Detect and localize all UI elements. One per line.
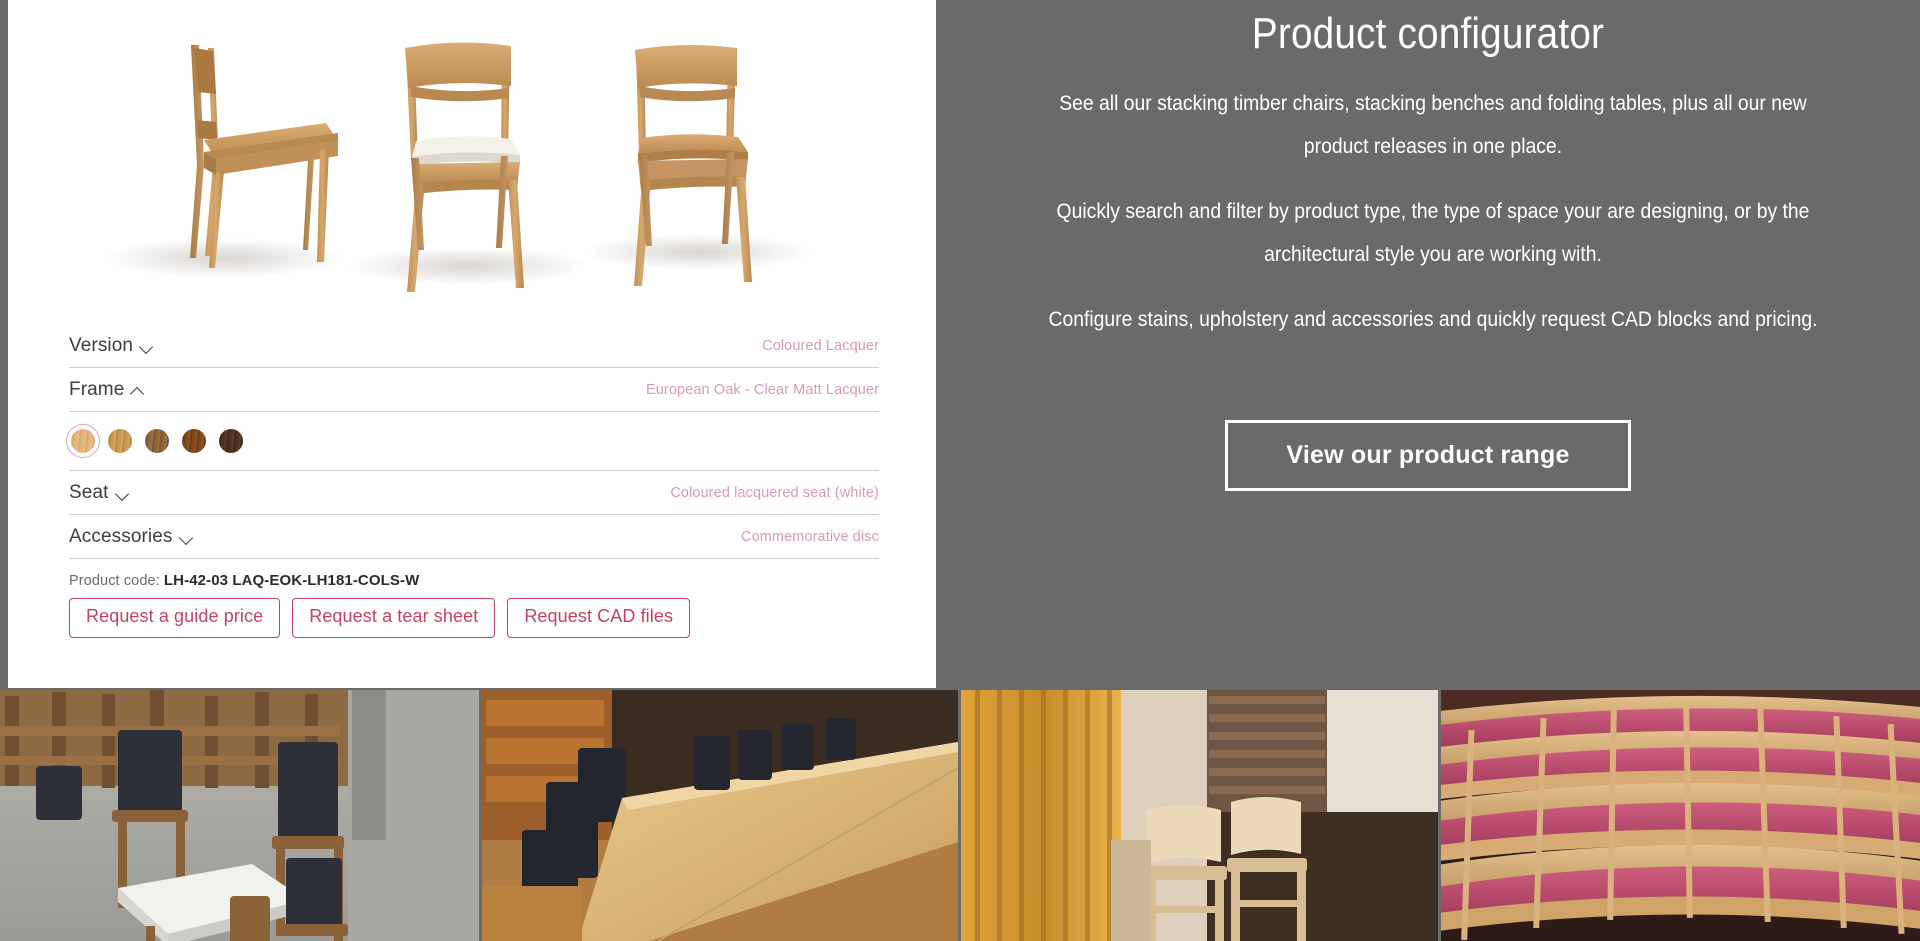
configurator-options: Version Coloured Lacquer Frame European … [66, 324, 879, 559]
chairs-illustration [8, 0, 936, 318]
option-label-seat: Seat [69, 481, 109, 503]
hero-paragraph-2: Quickly search and filter by product typ… [1056, 199, 1810, 266]
option-label-accessories: Accessories [69, 525, 173, 547]
frame-swatch-3[interactable] [182, 429, 206, 453]
option-accessories-header[interactable]: Accessories [69, 526, 193, 548]
option-row-frame[interactable]: Frame European Oak - Clear Matt Lacquer [69, 368, 879, 412]
gallery-scene-4 [1441, 690, 1920, 941]
option-version-header[interactable]: Version [69, 335, 153, 357]
page-title: Product configurator [1251, 9, 1605, 58]
option-seat-header[interactable]: Seat [69, 482, 129, 504]
option-row-accessories[interactable]: Accessories Commemorative disc [69, 515, 879, 559]
frame-swatch-1[interactable] [108, 429, 132, 453]
hero-paragraph-1: See all our stacking timber chairs, stac… [1059, 91, 1807, 158]
product-configurator-card: Version Coloured Lacquer Frame European … [8, 0, 936, 688]
left-grey-rail [0, 0, 8, 690]
request-cad-files-button[interactable]: Request CAD files [507, 598, 691, 638]
option-frame-header[interactable]: Frame [69, 379, 144, 401]
product-photo [8, 0, 936, 318]
option-label-frame: Frame [69, 378, 125, 400]
gallery-scene-2 [482, 690, 958, 941]
gallery-image-2[interactable] [482, 690, 958, 941]
chevron-up-icon[interactable] [131, 384, 144, 397]
option-label-version: Version [69, 334, 134, 356]
chevron-down-icon[interactable] [116, 487, 129, 500]
frame-swatch-0[interactable] [66, 424, 100, 458]
hero-panel: Product configurator See all our stackin… [936, 0, 1920, 690]
gallery-strip [0, 690, 1920, 941]
chevron-down-icon[interactable] [140, 340, 153, 353]
option-value-accessories: Commemorative disc [741, 528, 879, 545]
product-code-label: Product code: [69, 573, 160, 589]
gallery-scene-1 [0, 690, 479, 941]
option-value-frame: European Oak - Clear Matt Lacquer [646, 381, 879, 398]
view-product-range-button[interactable]: View our product range [1225, 420, 1631, 491]
hero-paragraph-3: Configure stains, upholstery and accesso… [1048, 307, 1818, 331]
frame-swatch-2[interactable] [145, 429, 169, 453]
frame-swatch-4[interactable] [219, 429, 243, 453]
hero-cta-wrap: View our product range [936, 420, 1920, 491]
gallery-image-4[interactable] [1441, 690, 1920, 941]
frame-swatch-list [66, 412, 879, 471]
gallery-image-3[interactable] [961, 690, 1438, 941]
chevron-down-icon[interactable] [180, 531, 193, 544]
product-code: Product code: LH-42-03 LAQ-EOK-LH181-COL… [69, 572, 419, 589]
option-value-seat: Coloured lacquered seat (white) [670, 484, 879, 501]
request-button-group: Request a guide price Request a tear she… [69, 598, 691, 638]
gallery-image-1[interactable] [0, 690, 479, 941]
request-tear-sheet-button[interactable]: Request a tear sheet [292, 598, 496, 638]
hero-copy: See all our stacking timber chairs, stac… [984, 82, 1882, 363]
option-value-version: Coloured Lacquer [762, 337, 879, 354]
request-guide-price-button[interactable]: Request a guide price [69, 598, 281, 638]
option-row-version[interactable]: Version Coloured Lacquer [69, 324, 879, 368]
page-root: Version Coloured Lacquer Frame European … [0, 0, 1920, 941]
product-code-value: LH-42-03 LAQ-EOK-LH181-COLS-W [163, 572, 420, 589]
option-row-seat[interactable]: Seat Coloured lacquered seat (white) [69, 471, 879, 515]
gallery-scene-3 [961, 690, 1438, 941]
